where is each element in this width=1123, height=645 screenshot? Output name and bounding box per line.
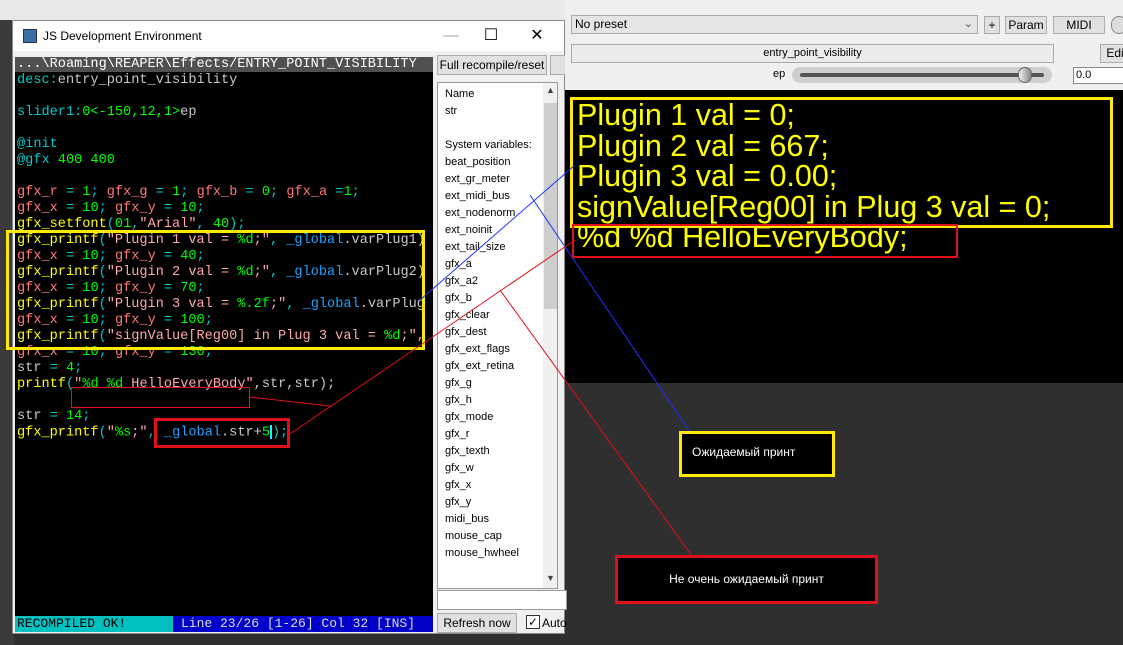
connector-red-1 [249, 396, 331, 407]
unexpected-print-note: Не очень ожидаемый принт [615, 555, 878, 604]
annotation-connectors [249, 164, 693, 557]
expected-print-note: Ожидаемый принт [679, 431, 835, 477]
connector-red-3 [499, 289, 693, 557]
connector-red-2 [289, 239, 576, 435]
connector-blue-1 [419, 164, 576, 301]
connector-blue-2 [529, 194, 691, 433]
